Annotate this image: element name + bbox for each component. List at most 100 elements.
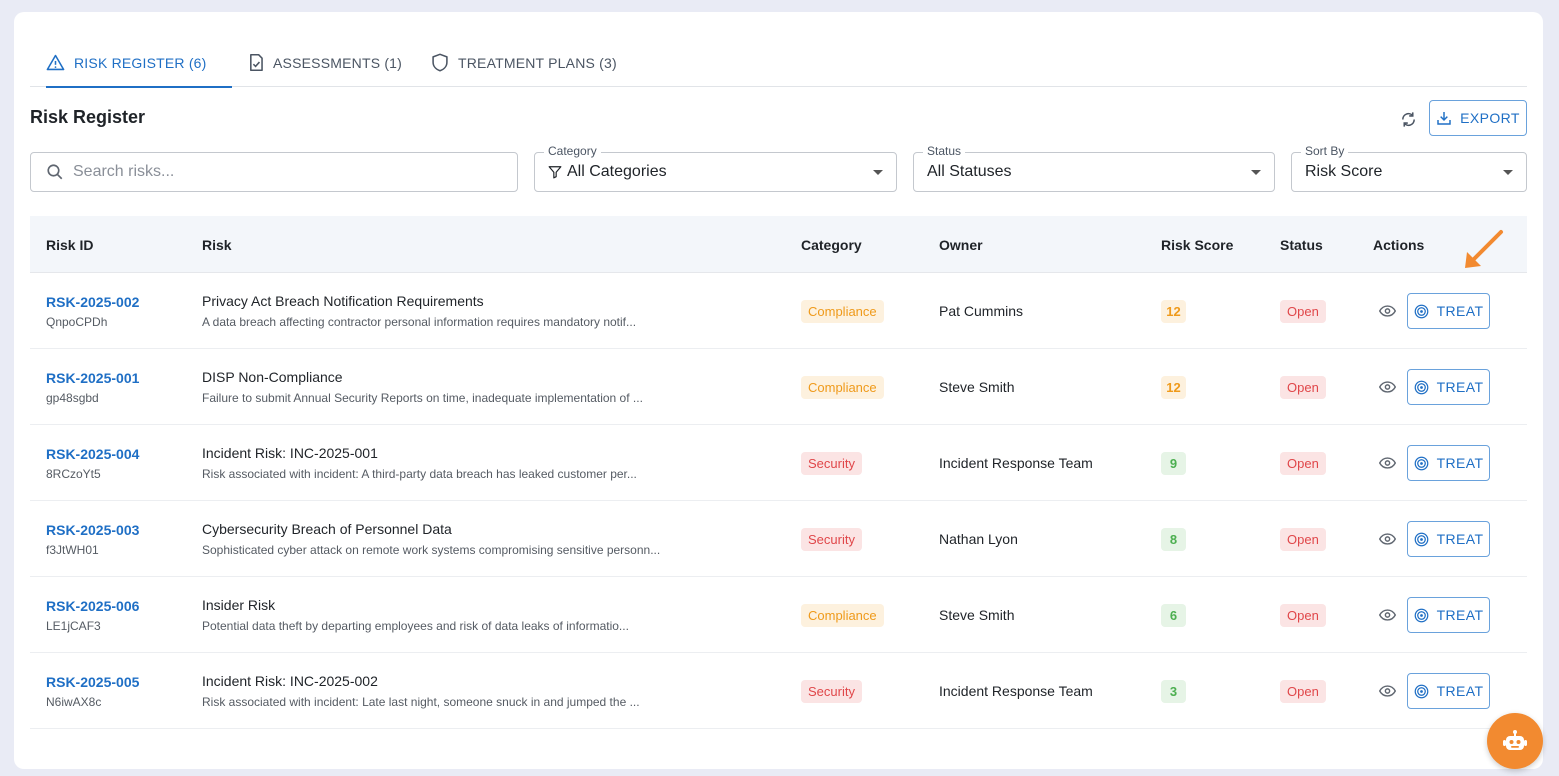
owner-name: Incident Response Team: [939, 683, 1093, 699]
status-cell: Open: [1280, 653, 1326, 729]
status-cell: Open: [1280, 501, 1326, 577]
status-select[interactable]: Status All Statuses: [913, 144, 1275, 192]
owner-name: Incident Response Team: [939, 455, 1093, 471]
sort-select[interactable]: Sort By Risk Score: [1291, 144, 1527, 192]
risk-score-badge: 3: [1161, 679, 1186, 703]
shield-icon: [432, 53, 448, 72]
score-cell: 6: [1161, 577, 1186, 653]
category-chip: Security: [801, 679, 862, 703]
category-cell: Compliance: [801, 349, 884, 425]
category-select[interactable]: Category All Categories: [534, 144, 897, 192]
risk-id-link[interactable]: RSK-2025-006: [46, 598, 139, 614]
treat-button[interactable]: TREAT: [1407, 521, 1490, 557]
refresh-button[interactable]: [1397, 108, 1419, 130]
eye-icon: [1378, 305, 1396, 317]
search-input[interactable]: [73, 163, 473, 181]
risk-id-cell: RSK-2025-003 f3JtWH01: [46, 501, 139, 577]
sort-label: Sort By: [1301, 144, 1349, 158]
tab-label: RISK REGISTER (6): [74, 54, 207, 71]
risk-cell: Insider Risk Potential data theft by depa…: [202, 577, 629, 653]
view-button[interactable]: [1377, 453, 1397, 473]
category-cell: Security: [801, 501, 862, 577]
risk-description: Risk associated with incident: A third-p…: [202, 467, 637, 481]
sort-value: Risk Score: [1305, 163, 1383, 180]
treat-button[interactable]: TREAT: [1407, 293, 1490, 329]
risk-cell: Privacy Act Breach Notification Requirem…: [202, 273, 636, 349]
status-badge: Open: [1280, 451, 1326, 475]
tab-treatment-plans[interactable]: TREATMENT PLANS (3): [431, 38, 617, 87]
risk-score-badge: 6: [1161, 603, 1186, 627]
column-header-risk-score: Risk Score: [1161, 236, 1234, 253]
risk-id-link[interactable]: RSK-2025-004: [46, 446, 139, 462]
assistant-bot-button[interactable]: [1487, 713, 1543, 769]
table-row: RSK-2025-004 8RCzoYt5 Incident Risk: INC-2…: [30, 425, 1527, 501]
risk-description: Sophisticated cyber attack on remote wor…: [202, 543, 661, 557]
risk-score-badge: 12: [1161, 375, 1186, 399]
status-cell: Open: [1280, 273, 1326, 349]
treat-button[interactable]: TREAT: [1407, 597, 1490, 633]
chevron-down-icon: [1503, 170, 1513, 175]
table-header: Risk ID Risk Category Owner Risk Score S…: [30, 216, 1527, 273]
active-tab-indicator: [46, 86, 232, 88]
column-header-category: Category: [801, 236, 862, 253]
search-icon: [47, 164, 63, 180]
view-button[interactable]: [1377, 605, 1397, 625]
tab-risk-register[interactable]: RISK REGISTER (6): [46, 38, 232, 88]
target-icon: [1414, 304, 1428, 318]
status-cell: Open: [1280, 425, 1326, 501]
risk-title: Incident Risk: INC-2025-002: [202, 673, 378, 689]
tab-assessments[interactable]: ASSESSMENTS (1): [248, 38, 402, 87]
risk-id-link[interactable]: RSK-2025-005: [46, 674, 139, 690]
risk-table: Risk ID Risk Category Owner Risk Score S…: [30, 216, 1527, 729]
search-field[interactable]: [30, 152, 518, 192]
risk-score-badge: 9: [1161, 451, 1186, 475]
treat-button[interactable]: TREAT: [1407, 445, 1490, 481]
eye-icon: [1378, 457, 1396, 469]
pointer-arrow-icon: [1465, 230, 1503, 268]
target-icon: [1414, 380, 1428, 394]
risk-description: Failure to submit Annual Security Report…: [202, 391, 643, 405]
clipboard-check-icon: [250, 53, 263, 72]
risk-id-link[interactable]: RSK-2025-003: [46, 522, 139, 538]
risk-id-cell: RSK-2025-006 LE1jCAF3: [46, 577, 139, 653]
view-button[interactable]: [1377, 301, 1397, 321]
treat-button[interactable]: TREAT: [1407, 369, 1490, 405]
risk-score-badge: 12: [1161, 299, 1186, 323]
view-button[interactable]: [1377, 681, 1397, 701]
chevron-down-icon: [1251, 170, 1261, 175]
status-badge: Open: [1280, 299, 1326, 323]
category-cell: Security: [801, 653, 862, 729]
owner-cell: Incident Response Team: [939, 653, 1093, 729]
owner-name: Steve Smith: [939, 607, 1015, 623]
risk-id-cell: RSK-2025-001 gp48sgbd: [46, 349, 139, 425]
category-chip: Compliance: [801, 299, 884, 323]
column-header-owner: Owner: [939, 236, 983, 253]
score-cell: 12: [1161, 273, 1186, 349]
status-badge: Open: [1280, 527, 1326, 551]
owner-cell: Steve Smith: [939, 349, 1014, 425]
treat-button[interactable]: TREAT: [1407, 673, 1490, 709]
risk-id-link[interactable]: RSK-2025-001: [46, 370, 139, 386]
target-icon: [1414, 532, 1428, 546]
category-label: Category: [544, 144, 601, 158]
treat-label: TREAT: [1436, 455, 1484, 471]
risk-description: A data breach affecting contractor perso…: [202, 315, 637, 329]
risk-title: Insider Risk: [202, 597, 276, 613]
risk-id-link[interactable]: RSK-2025-002: [46, 294, 139, 310]
view-button[interactable]: [1377, 529, 1397, 549]
status-label: Status: [923, 144, 966, 158]
owner-name: Nathan Lyon: [939, 531, 1018, 547]
treat-label: TREAT: [1436, 379, 1484, 395]
export-button[interactable]: EXPORT: [1429, 100, 1527, 136]
category-chip: Compliance: [801, 375, 884, 399]
category-value: All Categories: [567, 163, 667, 180]
warning-icon: [46, 54, 65, 71]
robot-icon: [1503, 730, 1527, 750]
treat-label: TREAT: [1436, 683, 1484, 699]
target-icon: [1414, 608, 1428, 622]
risk-cell: DISP Non-Compliance Failure to submit Ann…: [202, 349, 643, 425]
score-cell: 9: [1161, 425, 1186, 501]
target-icon: [1414, 684, 1428, 698]
view-button[interactable]: [1377, 377, 1397, 397]
filter-icon: [548, 166, 562, 179]
